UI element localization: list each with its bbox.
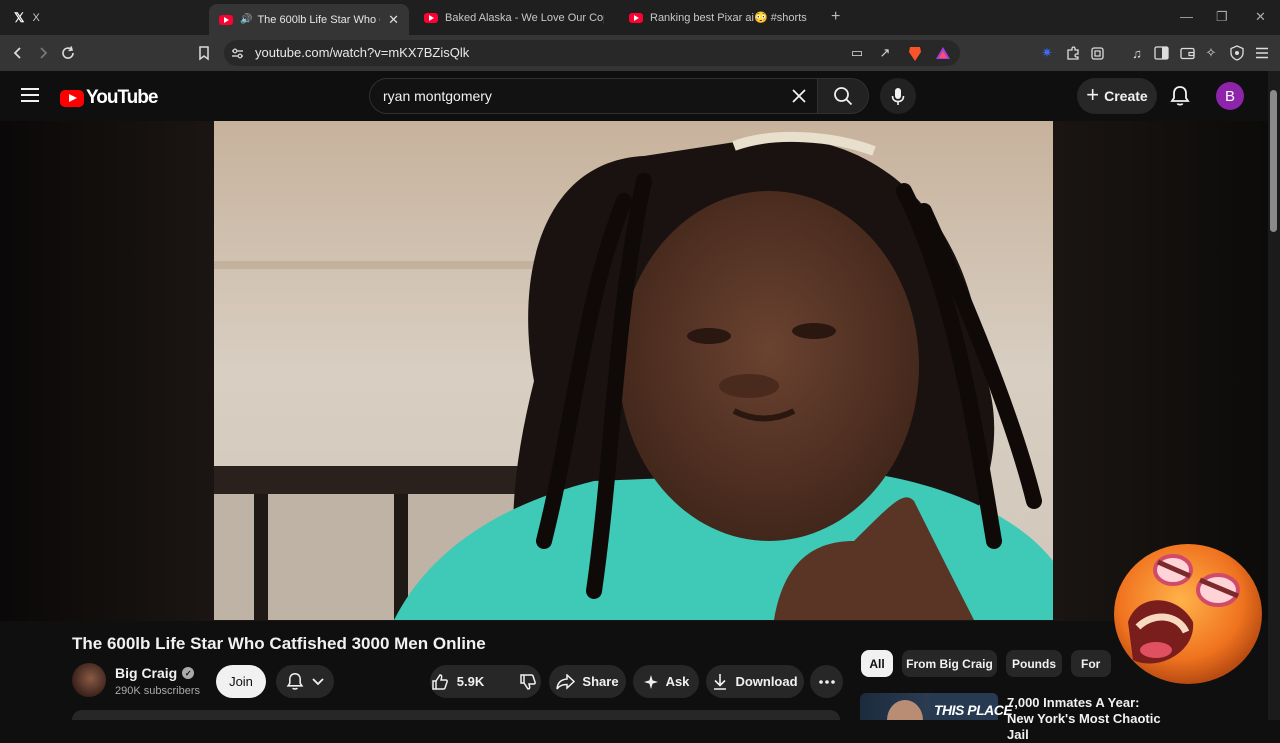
scrollbar-thumb[interactable] xyxy=(1270,90,1277,232)
search-button[interactable] xyxy=(817,78,869,114)
reload-button[interactable] xyxy=(58,43,78,63)
bookmark-icon[interactable] xyxy=(194,43,214,63)
youtube-favicon-icon xyxy=(424,12,438,23)
video-player[interactable] xyxy=(214,121,1053,620)
hamburger-menu-icon[interactable] xyxy=(21,88,39,102)
ask-label: Ask xyxy=(665,674,690,689)
chevron-down-icon xyxy=(312,677,324,685)
like-button[interactable]: 5.9K xyxy=(423,673,494,691)
screenshot-icon[interactable] xyxy=(1088,44,1106,62)
download-icon xyxy=(714,674,727,690)
verified-badge-icon: ✓ xyxy=(182,667,195,679)
tab-x[interactable]: 𝕏 X xyxy=(4,4,204,31)
tab-title: Baked Alaska - We Love Our Cops [U xyxy=(445,11,604,24)
channel-name-text: Big Craig xyxy=(115,665,178,681)
forward-button[interactable] xyxy=(33,43,53,63)
like-count: 5.9K xyxy=(456,674,485,689)
recommended-video-title[interactable]: 7,000 Inmates A Year: New York's Most Ch… xyxy=(1007,695,1167,743)
wallet-icon[interactable] xyxy=(1178,44,1196,62)
create-button[interactable]: + Create xyxy=(1077,78,1157,114)
brave-rewards-icon[interactable] xyxy=(934,44,952,62)
tab-youtube-active[interactable]: 🔊 The 600lb Life Star Who Catfi ✕ xyxy=(209,4,409,35)
share-label: Share xyxy=(582,674,619,689)
overlay-emoji-sticker-icon xyxy=(1114,544,1262,684)
extension-icon[interactable]: ✷ xyxy=(1038,44,1056,62)
tab-title: The 600lb Life Star Who Catfi xyxy=(257,13,380,26)
join-button[interactable]: Join xyxy=(216,665,266,698)
notifications-bell-icon[interactable] xyxy=(1170,85,1190,112)
vpn-shield-icon[interactable] xyxy=(1228,44,1246,62)
chip-all[interactable]: All xyxy=(861,650,893,677)
channel-name[interactable]: Big Craig ✓ xyxy=(115,665,195,681)
browser-menu-icon[interactable] xyxy=(1253,44,1271,62)
plus-icon: + xyxy=(1086,82,1100,107)
description-box[interactable] xyxy=(72,710,840,720)
extensions-puzzle-icon[interactable] xyxy=(1064,44,1082,62)
ask-button[interactable]: Ask xyxy=(633,665,699,698)
search-query: ryan montgomery xyxy=(383,88,492,104)
speaker-icon[interactable]: 🔊 xyxy=(240,14,252,25)
more-horizontal-icon xyxy=(818,679,835,684)
subscription-bell-button[interactable] xyxy=(276,665,334,698)
back-button[interactable] xyxy=(8,43,28,63)
microphone-icon xyxy=(891,87,905,105)
share-page-icon[interactable]: ↗ xyxy=(876,44,894,62)
url-text: youtube.com/watch?v=mKX7BZisQlk xyxy=(255,45,470,60)
youtube-play-icon xyxy=(60,89,84,107)
thumbs-up-icon xyxy=(432,673,448,690)
chip-from-big-craig[interactable]: From Big Craig xyxy=(902,650,997,677)
chip-pounds[interactable]: Pounds xyxy=(1006,650,1062,677)
clear-search-icon[interactable] xyxy=(792,85,806,109)
tab-title: Ranking best Pixar ai😳 #shorts #pi xyxy=(650,12,809,24)
youtube-logo[interactable]: YouTube xyxy=(60,87,158,109)
share-button[interactable]: Share xyxy=(549,665,626,698)
youtube-favicon-icon xyxy=(629,12,643,23)
download-button[interactable]: Download xyxy=(706,665,804,698)
youtube-favicon-icon xyxy=(219,14,233,25)
x-logo-icon: 𝕏 xyxy=(14,9,25,25)
thumbs-down-icon xyxy=(520,673,537,690)
voice-search-button[interactable] xyxy=(880,78,916,114)
rec-title-line-2: New York's Most Chaotic Jail xyxy=(1007,711,1161,742)
tab-youtube[interactable]: Baked Alaska - We Love Our Cops [U xyxy=(414,4,614,31)
restore-button[interactable]: ❐ xyxy=(1216,9,1228,25)
account-avatar[interactable]: B xyxy=(1216,82,1244,110)
more-actions-button[interactable] xyxy=(810,665,843,698)
search-icon xyxy=(834,87,853,106)
cast-icon[interactable]: ▭ xyxy=(848,44,866,62)
dislike-button[interactable] xyxy=(508,673,548,691)
video-frame-image xyxy=(214,121,1053,620)
leo-ai-icon[interactable]: ✧ xyxy=(1202,44,1220,62)
like-dislike-group: 5.9K xyxy=(430,665,541,698)
sidebar-toggle-icon[interactable] xyxy=(1152,44,1170,62)
minimize-button[interactable]: — xyxy=(1180,9,1193,24)
share-icon xyxy=(556,673,576,690)
thumbnail-caption: THIS PLACE xyxy=(934,702,1013,718)
rec-title-line-1: 7,000 Inmates A Year: xyxy=(1007,695,1140,710)
bell-icon xyxy=(286,672,304,690)
channel-avatar[interactable] xyxy=(72,663,106,697)
download-label: Download xyxy=(735,674,798,689)
site-settings-icon[interactable] xyxy=(228,44,246,62)
media-icon[interactable]: ♫ xyxy=(1128,44,1146,62)
new-tab-button[interactable]: + xyxy=(831,8,840,26)
create-label: Create xyxy=(1104,88,1148,104)
tab-title: X xyxy=(32,11,40,24)
video-title: The 600lb Life Star Who Catfished 3000 M… xyxy=(72,634,486,653)
subscriber-count: 290K subscribers xyxy=(115,685,200,697)
sparkle-icon xyxy=(643,674,658,689)
brave-shields-icon[interactable] xyxy=(906,44,924,62)
close-window-button[interactable]: ✕ xyxy=(1255,9,1266,25)
tab-youtube[interactable]: Ranking best Pixar ai😳 #shorts #pi xyxy=(619,4,819,31)
youtube-wordmark: YouTube xyxy=(86,87,158,108)
close-tab-icon[interactable]: ✕ xyxy=(388,12,399,28)
